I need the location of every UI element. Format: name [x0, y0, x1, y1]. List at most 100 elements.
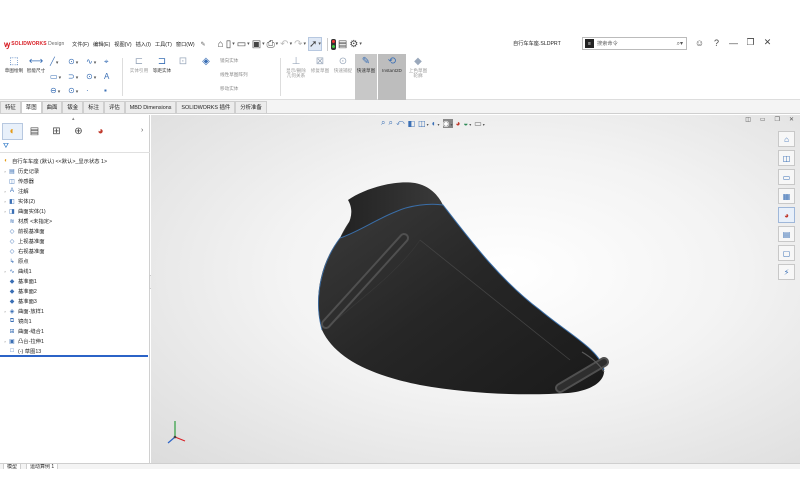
user-icon[interactable]: ☺	[691, 38, 708, 48]
slot-icon[interactable]: ⊃	[68, 72, 78, 81]
design-library-icon[interactable]: ◫	[778, 150, 795, 166]
tab-features[interactable]: 特征	[0, 101, 21, 113]
rollback-bar[interactable]	[0, 355, 148, 357]
smart-dimension-button[interactable]: ⟷ 智能尺寸	[26, 56, 46, 73]
display-manager-tab-icon[interactable]: ◕	[90, 123, 111, 140]
solidworks-logo[interactable]: ꝡ SOLIDWORKS Design	[4, 39, 72, 50]
property-manager-tab-icon[interactable]: ▤	[24, 123, 45, 140]
mirror-entities-label[interactable]: 镜向实体	[220, 58, 238, 64]
dimxpert-manager-tab-icon[interactable]: ⊕	[68, 123, 89, 140]
offset-entities-button[interactable]: ⊐ 等距实体	[151, 56, 173, 73]
pin-icon[interactable]: ✎	[201, 41, 206, 48]
undo-icon[interactable]: ↶	[280, 37, 292, 51]
ellipse-icon[interactable]: ⊖	[50, 86, 60, 95]
restore-icon[interactable]: ❐	[742, 37, 759, 48]
menu-insert[interactable]: 插入(I)	[136, 41, 151, 48]
traffic-light-icon[interactable]	[330, 37, 336, 51]
tab-markup[interactable]: 标注	[83, 101, 104, 113]
linear-pattern-label[interactable]: 线性草图阵列	[220, 72, 248, 78]
custom-properties-icon[interactable]: ▤	[778, 226, 795, 242]
tree-item[interactable]: › ◨ 曲面实体(1)	[2, 206, 148, 216]
add-in-icon[interactable]: ⚡	[778, 264, 795, 280]
search-input[interactable]: 搜索命令	[597, 40, 677, 47]
tree-item[interactable]: › ▣ 凸台-拉伸1	[2, 336, 148, 346]
tree-item[interactable]: ⧉ 镜向1	[2, 316, 148, 326]
tree-item[interactable]: › ▤ 历史记录	[2, 166, 148, 176]
filter-icon[interactable]: ⛛	[3, 143, 9, 151]
feature-manager-tab-icon[interactable]: ◐	[2, 123, 23, 140]
instant2d-button[interactable]: ⟲ Instant2D	[378, 56, 406, 73]
line-icon[interactable]: ╱	[50, 57, 58, 66]
tree-item[interactable]: ◇ 上视基准面	[2, 236, 148, 246]
move-entities-label[interactable]: 移动实体	[220, 86, 238, 92]
tab-mbd-dimensions[interactable]: MBD Dimensions	[124, 101, 177, 113]
spline-icon[interactable]: ∿	[86, 57, 96, 66]
plane-icon[interactable]: ▪	[104, 86, 107, 95]
tree-item[interactable]: ◆ 基准面2	[2, 286, 148, 296]
tree-item[interactable]: › ∿ 曲线1	[2, 266, 148, 276]
tree-item[interactable]: ◇ 前视基准面	[2, 226, 148, 236]
repair-sketch-button[interactable]: ⊠ 修复草图	[309, 56, 331, 73]
tree-item[interactable]: ◇ 右视基准面	[2, 246, 148, 256]
point-icon[interactable]: ·	[86, 86, 89, 95]
tab-sketch[interactable]: 草图	[20, 101, 42, 113]
panel-more-icon[interactable]: ›	[141, 127, 143, 134]
tree-item[interactable]: ◫ 传感器	[2, 176, 148, 186]
home-icon[interactable]: ⌂	[218, 37, 224, 51]
rectangle-icon[interactable]: ▭	[50, 72, 61, 81]
trim-icon[interactable]: ⌖	[104, 57, 109, 67]
offset-surface-button[interactable]: ⊡	[173, 56, 193, 68]
search-icon[interactable]: ⌕▾	[677, 40, 683, 48]
text-icon[interactable]: A	[104, 72, 109, 81]
select-pointer-icon[interactable]: ➚	[307, 37, 322, 51]
forum-icon[interactable]: ▢	[778, 245, 795, 261]
tab-evaluate[interactable]: 评估	[103, 101, 125, 113]
convert-entities-button[interactable]: ⊏ 实体引用	[128, 56, 150, 73]
bicycle-seat-model[interactable]	[151, 115, 800, 463]
fillet-icon[interactable]: ⊙	[68, 86, 78, 95]
tab-surfaces[interactable]: 曲面	[41, 101, 63, 113]
file-properties-icon[interactable]: ▤	[338, 37, 347, 51]
tab-solidworks-addins[interactable]: SOLIDWORKS 插件	[176, 101, 236, 113]
display-delete-relations-button[interactable]: ⊥ 显示/删除几何关系	[284, 56, 308, 79]
appearances-scenes-icon[interactable]: ◕	[778, 207, 795, 223]
tab-analysis-preparation[interactable]: 分析准备	[235, 101, 267, 113]
tree-item[interactable]: › ◧ 实体(2)	[2, 196, 148, 206]
tab-sheet-metal[interactable]: 钣金	[62, 101, 84, 113]
menu-view[interactable]: 视图(V)	[114, 41, 131, 48]
solidworks-resources-icon[interactable]: ⌂	[778, 131, 795, 147]
search-commands[interactable]: ≡ 搜索命令 ⌕▾	[582, 37, 687, 50]
tree-item[interactable]: ◆ 基准面3	[2, 296, 148, 306]
new-document-icon[interactable]: ▯	[226, 37, 235, 51]
tree-item[interactable]: ◆ 基准面1	[2, 276, 148, 286]
close-icon[interactable]: ✕	[759, 37, 776, 48]
save-icon[interactable]: ▣	[252, 37, 265, 51]
circle-icon[interactable]: ⊙	[68, 57, 78, 66]
sketch-button[interactable]: ⬚ 草图绘制	[3, 56, 25, 73]
menu-file[interactable]: 文件(F)	[72, 41, 89, 48]
tree-item[interactable]: ⊞ 曲面-缝合1	[2, 326, 148, 336]
options-gear-icon[interactable]: ⚙	[349, 37, 361, 51]
curve-on-surface-button[interactable]: ◈	[195, 56, 217, 68]
tree-item[interactable]: ≋ 材质 <未指定>	[2, 216, 148, 226]
print-icon[interactable]: ⎙	[267, 37, 279, 51]
polygon-icon[interactable]: ⊙	[86, 72, 96, 81]
redo-icon[interactable]: ↷	[294, 37, 306, 51]
view-palette-icon[interactable]: ▦	[778, 188, 795, 204]
tree-root[interactable]: ◐ 自行车车座 (默认) <<默认>_显示状态 1>	[2, 156, 148, 166]
tree-item[interactable]: › ◈ 曲面-放样1	[2, 306, 148, 316]
configuration-manager-tab-icon[interactable]: ⊞	[46, 123, 67, 140]
tree-item[interactable]: ↳ 原点	[2, 256, 148, 266]
rapid-sketch-button[interactable]: ✎ 快速草图	[355, 56, 377, 73]
minimize-icon[interactable]: —	[725, 38, 742, 48]
menu-edit[interactable]: 编辑(E)	[93, 41, 110, 48]
menu-window[interactable]: 窗口(W)	[176, 41, 195, 48]
quick-snaps-button[interactable]: ⊙ 快速捕捉	[332, 56, 354, 73]
open-folder-icon[interactable]: ▭	[237, 37, 250, 51]
panel-expand-arrow-icon[interactable]: ▴	[72, 116, 75, 122]
menu-tools[interactable]: 工具(T)	[155, 41, 172, 48]
file-explorer-icon[interactable]: ▭	[778, 169, 795, 185]
help-icon[interactable]: ?	[708, 38, 725, 48]
tree-item[interactable]: › A 注解	[2, 186, 148, 196]
graphics-area[interactable]: ⌕ ⌕ ⤺ ◧ ◫ ◐ ◉ ◕ ◒ ▭ ◫ ▭ ❐ ✕	[151, 115, 800, 463]
